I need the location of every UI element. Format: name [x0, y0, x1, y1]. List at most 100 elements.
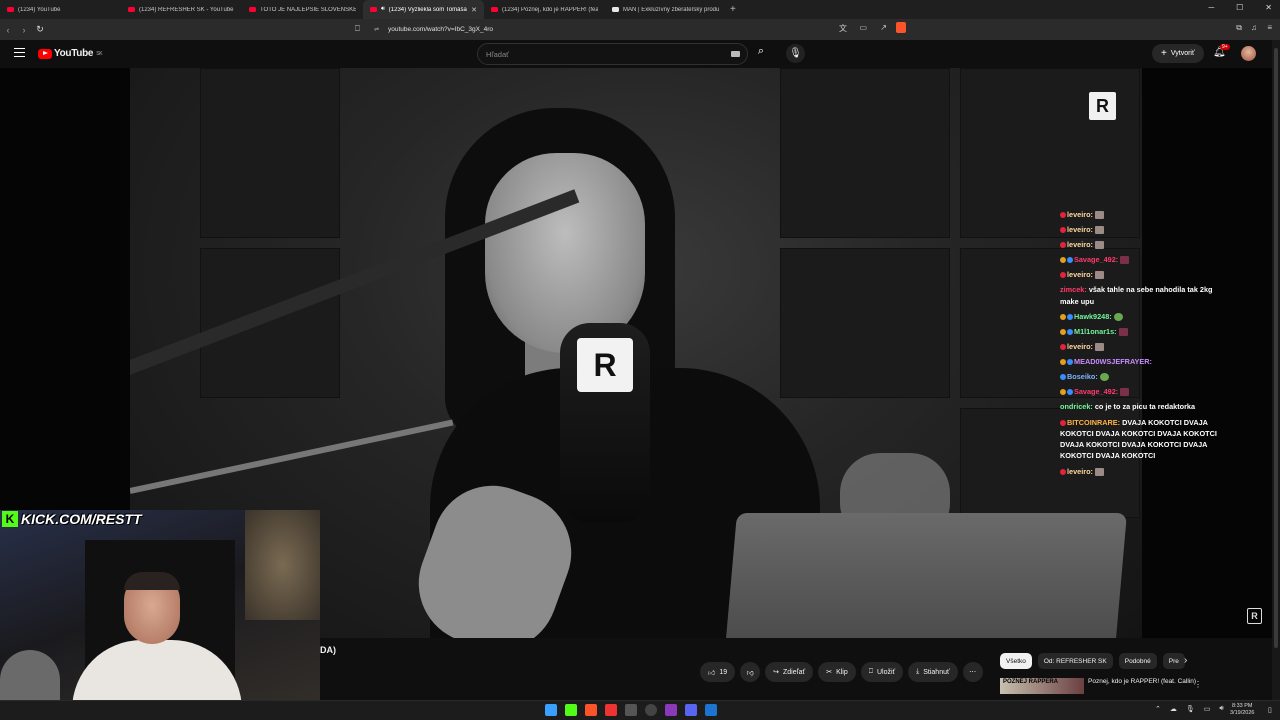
obs-icon[interactable]	[645, 704, 657, 716]
chat-username[interactable]: zimcek:	[1060, 285, 1087, 294]
microphone-icon[interactable]: 🎙︎	[1186, 705, 1195, 713]
site-info-icon[interactable]: ⇌	[374, 26, 379, 33]
save-button[interactable]: ⎕ Uložiť	[860, 662, 904, 682]
avatar[interactable]	[1241, 46, 1256, 61]
chat-username[interactable]: Boseiko:	[1067, 372, 1098, 381]
back-icon[interactable]: ‹	[0, 25, 16, 35]
close-window-icon[interactable]: ✕	[1265, 3, 1272, 12]
clip-button[interactable]: ✂ Klip	[818, 662, 856, 682]
translate-icon[interactable]: 文	[839, 23, 847, 34]
share-page-icon[interactable]: ↗	[880, 23, 887, 32]
address-bar: ‹ › ↻ ⎕ ⇌ youtube.com/watch?v=IbC_3gX_4r…	[0, 19, 1280, 40]
tab-title: MAN | Exkluzívny zberateľský produ	[623, 6, 719, 13]
filter-chip[interactable]: Všetko	[1000, 653, 1032, 669]
discord-icon[interactable]	[685, 704, 697, 716]
chat-username[interactable]: BITCOINRARE:	[1067, 418, 1120, 427]
chat-username[interactable]: leveiro:	[1067, 240, 1093, 249]
recommended-video[interactable]: POZNEJ RAPPERA Poznej, kdo je RAPPER! (f…	[1000, 678, 1200, 698]
chat-username[interactable]: ondricek:	[1060, 402, 1093, 411]
chat-username[interactable]: MEAD0WSJEFRAYER:	[1074, 357, 1152, 366]
chat-username[interactable]: leveiro:	[1067, 225, 1093, 234]
search-placeholder: Hľadať	[486, 50, 509, 59]
guide-menu-icon[interactable]	[14, 48, 25, 57]
youtube-logo[interactable]: YouTube SK	[38, 48, 103, 59]
maximize-icon[interactable]: ☐	[1236, 3, 1243, 12]
browser-tab[interactable]: (1234) REFRESHER SK - YouTube	[121, 0, 242, 19]
more-vert-icon[interactable]: ⋮	[1194, 680, 1202, 689]
close-tab-icon[interactable]: ✕	[471, 6, 477, 14]
share-button[interactable]: ↪ Zdieľať	[765, 662, 814, 682]
menu-icon[interactable]: ≡	[1267, 23, 1272, 32]
chat-badge-icon	[1067, 389, 1073, 396]
taskbar-clock[interactable]: 8:33 PM 3/19/2026	[1230, 703, 1254, 717]
chat-username[interactable]: Hawk9248:	[1074, 312, 1112, 321]
search-input[interactable]: Hľadať	[477, 43, 748, 65]
browser-tab[interactable]: 🔊︎ (1234) Vyzliekla som Tomáša ✕	[363, 0, 484, 19]
chat-username[interactable]: leveiro:	[1067, 342, 1093, 351]
cloud-icon[interactable]: ☁	[1170, 705, 1177, 713]
chat-username[interactable]: Savage_492:	[1074, 387, 1118, 396]
filter-chip[interactable]: Pre	[1162, 653, 1185, 669]
browser-tab[interactable]: MAN | Exkluzívny zberateľský produ	[605, 0, 726, 19]
browser-tab[interactable]: (1234) YouTube	[0, 0, 121, 19]
recommended-thumbnail[interactable]: POZNEJ RAPPERA	[1000, 678, 1084, 694]
voice-search-button[interactable]: 🎙︎	[786, 44, 805, 63]
browser-tab[interactable]: (1234) Poznej, kdo je RAPPER! (feat.	[484, 0, 605, 19]
chat-message: ondricek: co je to za picu ta redaktorka	[1060, 401, 1230, 412]
bookmark-save-icon: ⎕	[868, 668, 873, 675]
chat-username[interactable]: leveiro:	[1067, 467, 1093, 476]
filter-chip[interactable]: Podobné	[1118, 653, 1157, 669]
volume-icon[interactable]: 🔊︎	[1219, 705, 1223, 713]
brave-browser-icon[interactable]	[585, 704, 597, 716]
map-pin-icon[interactable]	[605, 704, 617, 716]
notification-center-icon[interactable]: ▯	[1268, 706, 1272, 714]
url-field[interactable]: ⇌ youtube.com/watch?v=IbC_3gX_4ro	[370, 22, 870, 37]
acoustic-panel	[780, 248, 950, 398]
audio-playing-icon[interactable]: 🔊︎	[381, 6, 385, 13]
brave-shield-icon[interactable]	[896, 22, 906, 33]
save-label: Uložiť	[876, 668, 896, 676]
scrollbar-thumb[interactable]	[1274, 48, 1278, 648]
share-label: Zdieľať	[783, 668, 806, 676]
more-actions-button[interactable]: ⋯	[962, 662, 983, 682]
forward-icon[interactable]: ›	[16, 25, 32, 35]
chat-username[interactable]: M1l1onar1s:	[1074, 327, 1117, 336]
chat-emote-icon	[1094, 226, 1104, 235]
chat-username[interactable]: leveiro:	[1067, 210, 1093, 219]
like-button[interactable]: 👍︎ 19	[700, 662, 736, 682]
recommended-title[interactable]: Poznej, kdo je RAPPER! (feat. Callin)	[1088, 678, 1196, 698]
chevron-right-icon[interactable]: ›	[1184, 655, 1187, 666]
download-button[interactable]: ⤓ Stiahnuť	[908, 662, 958, 682]
create-button[interactable]: + Vytvoriť	[1152, 44, 1204, 63]
kick-app-icon[interactable]	[565, 704, 577, 716]
browser-tab[interactable]: TOTO JE NAJLEPŠIE SLOVENSKÉ UMI	[242, 0, 363, 19]
dislike-button[interactable]: 👎︎	[740, 662, 761, 682]
new-tab-icon[interactable]: +	[730, 4, 736, 15]
bookmark-icon[interactable]: ⎕	[355, 24, 360, 34]
keyboard-icon[interactable]	[731, 51, 740, 57]
cast-icon[interactable]: ▭	[859, 23, 867, 32]
twitch-icon[interactable]	[665, 704, 677, 716]
tray-expand-icon[interactable]: ⌃	[1155, 705, 1161, 713]
chat-message: BITCOINRARE: DVAJA KOKOTCI DVAJA KOKOTCI…	[1060, 417, 1230, 462]
region-code: SK	[96, 50, 103, 57]
acoustic-panel	[200, 248, 340, 398]
search-button[interactable]: ⌕	[752, 45, 770, 63]
filter-chip[interactable]: Od: REFRESHER SK	[1037, 653, 1113, 669]
media-icon[interactable]: ♫	[1251, 23, 1257, 32]
chat-badge-icon	[1060, 329, 1066, 336]
steam-icon[interactable]	[705, 704, 717, 716]
channel-branding-icon[interactable]: R	[1247, 608, 1262, 624]
chat-username[interactable]: Savage_492:	[1074, 255, 1118, 264]
youtube-header: YouTube SK Hľadať ⌕ 🎙︎ + Vytvoriť 🔔︎ 9+	[0, 40, 1280, 68]
reload-icon[interactable]: ↻	[32, 24, 48, 35]
chat-message: Boseiko:	[1060, 371, 1230, 382]
display-icon[interactable]: ▭	[1204, 705, 1211, 713]
tab-title: (1234) Poznej, kdo je RAPPER! (feat.	[502, 6, 598, 13]
chat-badge-icon	[1060, 257, 1066, 264]
calculator-icon[interactable]	[625, 704, 637, 716]
extensions-icon[interactable]: ⧉	[1236, 23, 1242, 33]
windows-start-icon[interactable]	[545, 704, 557, 716]
minimize-icon[interactable]: ─	[1208, 3, 1214, 12]
chat-username[interactable]: leveiro:	[1067, 270, 1093, 279]
